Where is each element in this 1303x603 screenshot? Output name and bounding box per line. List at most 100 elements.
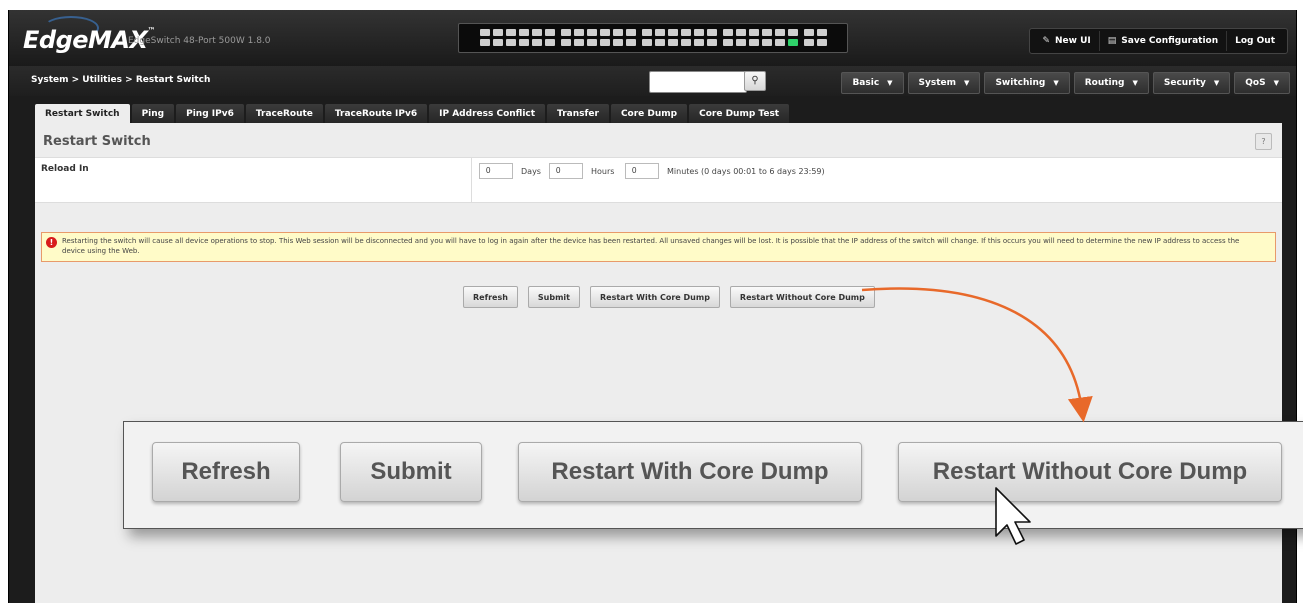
port-led xyxy=(655,39,665,46)
port-led xyxy=(519,39,529,46)
warning-message: ! Restarting the switch will cause all d… xyxy=(41,232,1276,262)
new-ui-button[interactable]: ✎ New UI xyxy=(1034,31,1098,51)
refresh-button[interactable]: Refresh xyxy=(463,286,518,308)
menu-security[interactable]: Security ▼ xyxy=(1152,72,1231,94)
port-led xyxy=(613,29,623,36)
tab-transfer[interactable]: Transfer xyxy=(547,104,609,123)
submit-button[interactable]: Submit xyxy=(527,286,580,308)
zoomed-restart-with-core-dump-button[interactable]: Restart With Core Dump xyxy=(518,442,862,502)
port-led xyxy=(642,29,652,36)
tab-ping[interactable]: Ping xyxy=(131,104,175,123)
save-configuration-button[interactable]: ▤ Save Configuration xyxy=(1098,31,1226,51)
warning-text: Restarting the switch will cause all dev… xyxy=(62,237,1240,255)
port-led xyxy=(506,39,516,46)
page-title: Restart Switch xyxy=(43,134,151,149)
tab-restart-switch[interactable]: Restart Switch xyxy=(35,104,130,123)
hours-label: Hours xyxy=(591,167,615,176)
chevron-down-icon: ▼ xyxy=(1132,79,1138,87)
menu-system[interactable]: System ▼ xyxy=(907,72,981,94)
zoomed-refresh-button[interactable]: Refresh xyxy=(152,442,300,502)
port-led xyxy=(587,39,597,46)
breadcrumb: System > Utilities > Restart Switch xyxy=(31,75,211,85)
port-led xyxy=(723,29,733,36)
port-status-panel[interactable] xyxy=(458,23,848,53)
port-led xyxy=(762,39,772,46)
port-led xyxy=(519,29,529,36)
header-bar: EdgeMAX™ EdgeSwitch 48-Port 500W 1.8.0 ✎… xyxy=(9,10,1296,66)
port-led xyxy=(574,39,584,46)
tab-traceroute-ipv6[interactable]: TraceRoute IPv6 xyxy=(324,104,428,123)
menu-switching[interactable]: Switching ▼ xyxy=(984,72,1070,94)
menu-routing[interactable]: Routing ▼ xyxy=(1073,72,1149,94)
active-port-led xyxy=(788,39,798,46)
port-led xyxy=(775,39,785,46)
log-out-button[interactable]: Log Out xyxy=(1226,31,1283,51)
port-led xyxy=(694,29,704,36)
uplink-port-led xyxy=(817,29,827,36)
search-icon: ⚲ xyxy=(751,75,759,86)
minutes-field[interactable] xyxy=(625,163,659,179)
port-led xyxy=(655,29,665,36)
port-led xyxy=(545,29,555,36)
tab-traceroute[interactable]: TraceRoute xyxy=(245,104,323,123)
days-label: Days xyxy=(521,167,541,176)
port-led xyxy=(493,39,503,46)
tab-bar: Restart Switch Ping Ping IPv6 TraceRoute… xyxy=(35,104,790,123)
search-input[interactable] xyxy=(649,71,747,93)
days-field[interactable] xyxy=(479,163,513,179)
zoomed-restart-without-core-dump-button[interactable]: Restart Without Core Dump xyxy=(898,442,1282,502)
port-led xyxy=(736,39,746,46)
port-led xyxy=(506,29,516,36)
port-led xyxy=(736,29,746,36)
reload-in-label: Reload In xyxy=(41,164,89,174)
tab-core-dump[interactable]: Core Dump xyxy=(610,104,688,123)
port-led xyxy=(681,29,691,36)
port-led xyxy=(707,39,717,46)
port-led xyxy=(532,29,542,36)
port-led xyxy=(561,29,571,36)
save-icon: ▤ xyxy=(1107,36,1117,46)
port-led xyxy=(480,29,490,36)
zoomed-submit-button[interactable]: Submit xyxy=(340,442,482,502)
tab-core-dump-test[interactable]: Core Dump Test xyxy=(689,104,790,123)
chevron-down-icon: ▼ xyxy=(1273,79,1279,87)
pencil-icon: ✎ xyxy=(1042,36,1050,46)
port-led xyxy=(545,39,555,46)
port-led xyxy=(587,29,597,36)
uplink-port-led xyxy=(804,39,814,46)
menu-qos[interactable]: QoS ▼ xyxy=(1234,72,1290,94)
device-model: EdgeSwitch 48-Port 500W 1.8.0 xyxy=(128,36,271,46)
action-buttons: Refresh Submit Restart With Core Dump Re… xyxy=(463,286,875,308)
restart-with-core-dump-button[interactable]: Restart With Core Dump xyxy=(590,286,720,308)
port-led xyxy=(762,29,772,36)
port-led xyxy=(480,39,490,46)
port-led xyxy=(707,29,717,36)
chevron-down-icon: ▼ xyxy=(964,79,970,87)
port-led xyxy=(600,39,610,46)
port-led xyxy=(723,39,733,46)
port-led xyxy=(532,39,542,46)
chevron-down-icon: ▼ xyxy=(1213,79,1220,87)
port-led xyxy=(493,29,503,36)
main-menu: Basic ▼ System ▼ Switching ▼ Routing ▼ Secur… xyxy=(841,72,1290,94)
port-led xyxy=(788,29,798,36)
hours-field[interactable] xyxy=(549,163,583,179)
port-led xyxy=(574,29,584,36)
tab-ip-address-conflict[interactable]: IP Address Conflict xyxy=(429,104,546,123)
help-button[interactable]: ? xyxy=(1255,133,1272,150)
uplink-port-led xyxy=(817,39,827,46)
tab-ping-ipv6[interactable]: Ping IPv6 xyxy=(176,104,244,123)
menu-basic[interactable]: Basic ▼ xyxy=(841,72,904,94)
port-led xyxy=(626,39,636,46)
port-led xyxy=(600,29,610,36)
chevron-down-icon: ▼ xyxy=(887,79,893,87)
warning-icon: ! xyxy=(46,237,57,248)
restart-without-core-dump-button[interactable]: Restart Without Core Dump xyxy=(729,286,875,308)
port-led xyxy=(668,39,678,46)
chevron-down-icon: ▼ xyxy=(1053,79,1059,87)
column-divider xyxy=(471,158,472,202)
zoom-callout: Refresh Submit Restart With Core Dump Re… xyxy=(123,421,1303,529)
port-led xyxy=(775,29,785,36)
search-button[interactable]: ⚲ xyxy=(744,71,766,91)
navigation-bar: System > Utilities > Restart Switch ⚲ Ba… xyxy=(9,66,1296,96)
